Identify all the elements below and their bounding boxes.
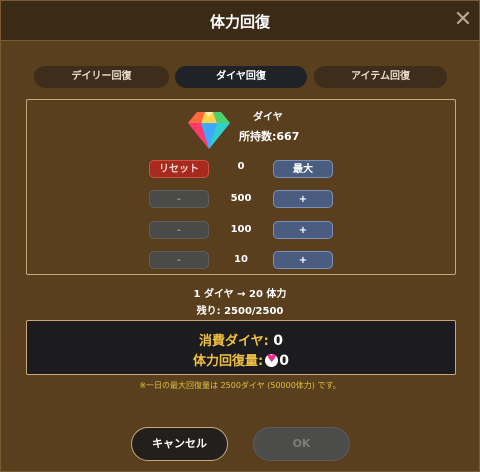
cost-value: 0	[273, 333, 284, 349]
minus-10-button[interactable]: -	[149, 251, 209, 269]
tab-daily-recovery[interactable]: デイリー回復	[34, 66, 169, 88]
minus-100-button[interactable]: -	[149, 221, 209, 239]
conversion-rate: 1 ダイヤ → 20 体力	[193, 289, 287, 300]
recover-label: 体力回復量:	[193, 354, 264, 369]
owned-label: 所持数:	[239, 130, 277, 143]
recover-line: 体力回復量: 0	[27, 350, 455, 369]
tab-diamond-recovery[interactable]: ダイヤ回復	[175, 66, 307, 88]
item-name: ダイヤ	[253, 112, 283, 123]
summary-box: 消費ダイヤ: 0 体力回復量: 0	[26, 320, 456, 375]
minus-500-button[interactable]: -	[149, 190, 209, 208]
close-icon[interactable]: ✕	[453, 9, 473, 31]
dialog-title: 体力回復	[209, 13, 270, 31]
cost-line: 消費ダイヤ: 0	[27, 330, 455, 349]
daily-limit-note: ※一日の最大回復量は 2500ダイヤ (50000体力) です。	[139, 381, 341, 390]
step-value-500: 500	[230, 193, 252, 204]
owned-count: 所持数:667	[239, 128, 299, 144]
step-value-10: 10	[234, 254, 248, 265]
tab-item-recovery[interactable]: アイテム回復	[314, 66, 447, 88]
plus-100-button[interactable]: +	[273, 221, 333, 239]
reset-button[interactable]: リセット	[149, 160, 209, 178]
heart-icon	[265, 352, 279, 367]
remaining-count: 残り: 2500/2500	[196, 306, 284, 317]
cancel-button[interactable]: キャンセル	[131, 427, 228, 461]
current-amount: 0	[237, 161, 245, 172]
ok-button[interactable]: OK	[253, 427, 350, 461]
diamond-panel	[26, 99, 456, 275]
step-value-100: 100	[230, 224, 252, 235]
stamina-recovery-dialog: 体力回復 ✕ デイリー回復 ダイヤ回復 アイテム回復 ダイヤ 所持数:667 リ…	[0, 0, 480, 472]
diamond-icon	[188, 112, 230, 149]
plus-10-button[interactable]: +	[273, 251, 333, 269]
dialog-header: 体力回復 ✕	[1, 1, 479, 41]
recover-value: 0	[279, 353, 289, 369]
owned-value: 667	[276, 130, 300, 143]
cost-label: 消費ダイヤ:	[198, 334, 269, 349]
max-button[interactable]: 最大	[273, 160, 333, 178]
plus-500-button[interactable]: +	[273, 190, 333, 208]
